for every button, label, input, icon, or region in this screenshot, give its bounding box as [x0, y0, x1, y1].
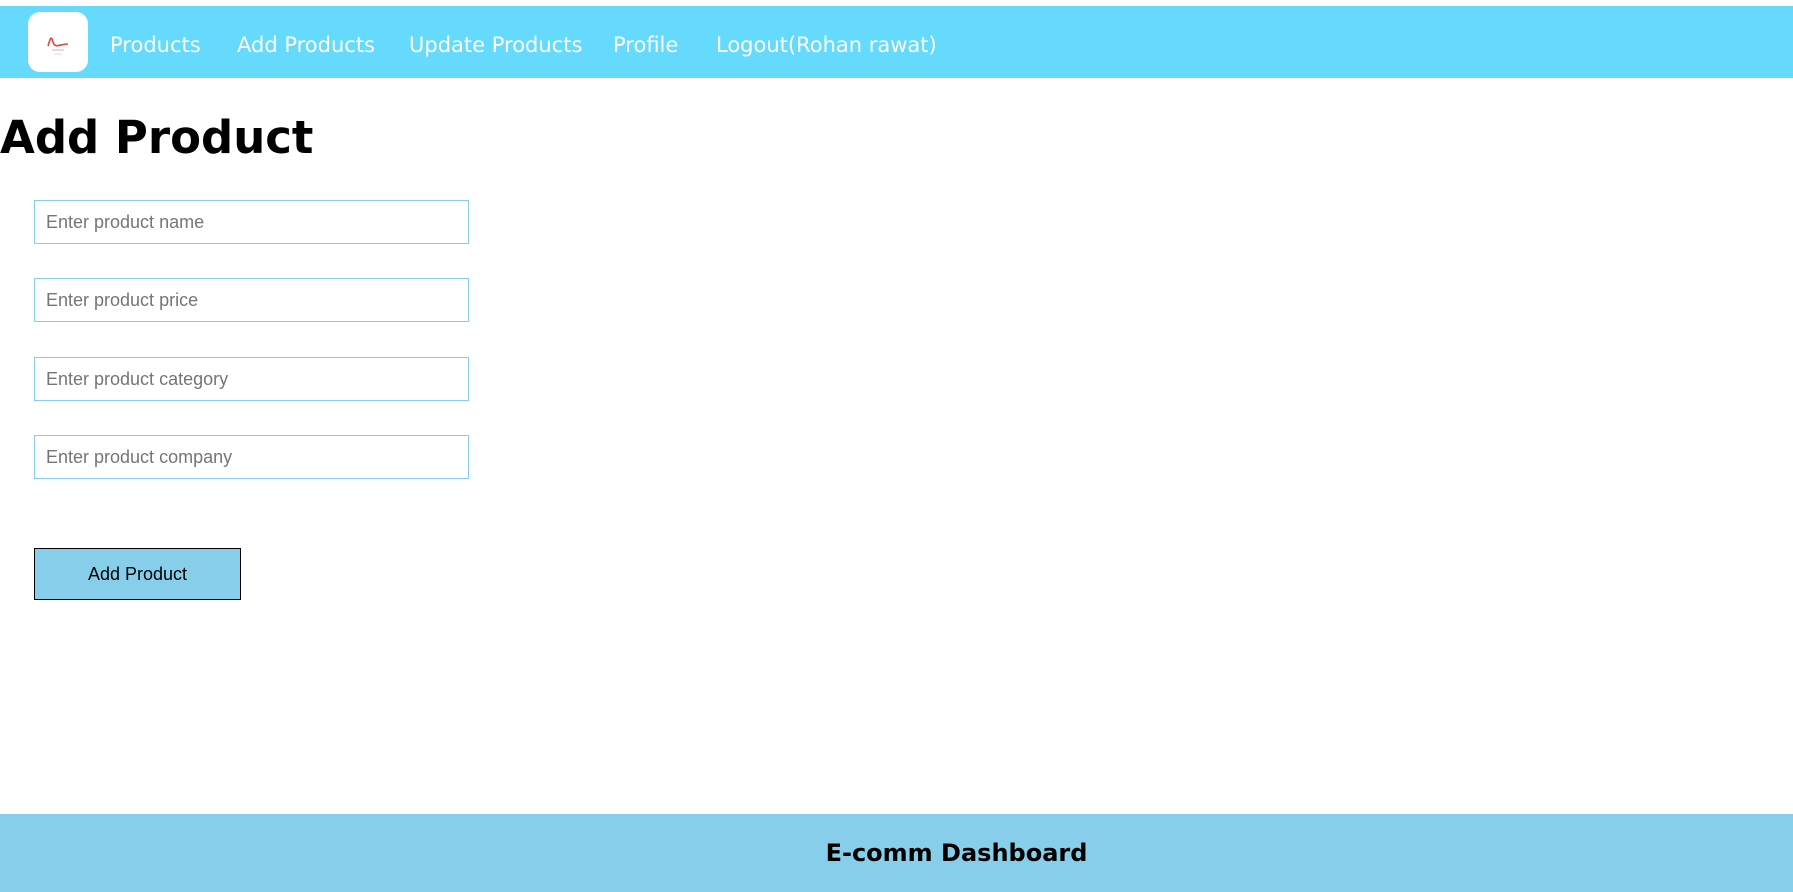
- brand-logo-icon[interactable]: [28, 12, 88, 72]
- add-product-button[interactable]: Add Product: [34, 548, 241, 600]
- nav-profile-link[interactable]: Profile: [613, 32, 678, 58]
- product-category-input[interactable]: [34, 357, 469, 401]
- footer: E-comm Dashboard: [0, 814, 1793, 892]
- product-name-input[interactable]: [34, 200, 469, 244]
- nav-logout-link[interactable]: Logout(Rohan rawat): [716, 32, 937, 58]
- navbar: Products Add Products Update Products Pr…: [0, 6, 1793, 78]
- footer-text: E-comm Dashboard: [825, 839, 1088, 867]
- product-company-input[interactable]: [34, 435, 469, 479]
- logo-graphic: [47, 37, 69, 55]
- product-price-input[interactable]: [34, 278, 469, 322]
- nav-update-products-link[interactable]: Update Products: [409, 32, 582, 58]
- nav-products-link[interactable]: Products: [110, 32, 201, 58]
- page-title: Add Product: [0, 111, 314, 164]
- nav-add-products-link[interactable]: Add Products: [237, 32, 375, 58]
